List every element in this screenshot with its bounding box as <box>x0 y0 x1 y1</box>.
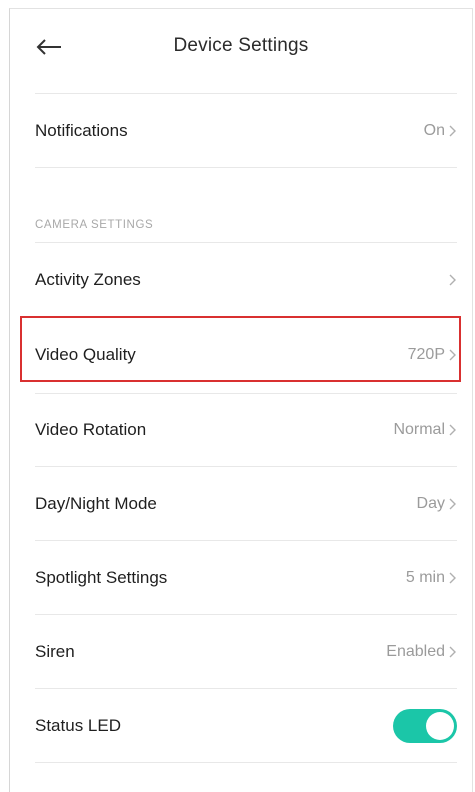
activity-zones-row[interactable]: Activity Zones <box>35 244 457 316</box>
status-led-row: Status LED <box>35 690 457 762</box>
divider <box>35 466 457 467</box>
spotlight-settings-label: Spotlight Settings <box>35 568 168 587</box>
chevron-right-icon <box>449 274 456 286</box>
divider <box>35 316 457 317</box>
notifications-value-group: On <box>424 122 457 140</box>
page-title: Device Settings <box>173 35 309 56</box>
divider <box>35 688 457 689</box>
spotlight-settings-row[interactable]: Spotlight Settings 5 min <box>35 542 457 614</box>
notifications-row[interactable]: Notifications On <box>35 95 457 167</box>
video-quality-value-group: 720P <box>408 346 457 364</box>
spotlight-settings-value-group: 5 min <box>406 569 457 587</box>
video-quality-label: Video Quality <box>35 345 136 364</box>
chevron-right-icon <box>449 349 456 361</box>
status-led-toggle[interactable] <box>393 709 457 743</box>
day-night-mode-label: Day/Night Mode <box>35 494 157 513</box>
chevron-right-icon <box>449 424 456 436</box>
chevron-right-icon <box>449 498 456 510</box>
header: Device Settings <box>10 9 472 93</box>
video-rotation-value: Normal <box>393 421 445 438</box>
status-led-label: Status LED <box>35 716 121 735</box>
activity-zones-value-group <box>445 273 457 287</box>
divider <box>35 242 457 243</box>
siren-value-group: Enabled <box>386 643 457 661</box>
divider <box>35 614 457 615</box>
notifications-value: On <box>423 122 445 139</box>
day-night-mode-value-group: Day <box>417 495 457 513</box>
chevron-right-icon <box>449 572 456 584</box>
spotlight-settings-value: 5 min <box>405 569 445 586</box>
activity-zones-label: Activity Zones <box>35 270 141 289</box>
day-night-mode-row[interactable]: Day/Night Mode Day <box>35 468 457 540</box>
section-header-camera-settings: CAMERA SETTINGS <box>35 219 154 231</box>
day-night-mode-value: Day <box>416 495 445 512</box>
divider <box>35 93 457 94</box>
siren-value: Enabled <box>386 643 445 660</box>
siren-label: Siren <box>35 642 75 661</box>
divider <box>35 540 457 541</box>
toggle-knob <box>426 712 454 740</box>
divider <box>35 167 457 168</box>
chevron-right-icon <box>449 125 456 137</box>
notifications-label: Notifications <box>35 121 128 140</box>
video-rotation-row[interactable]: Video Rotation Normal <box>35 394 457 466</box>
chevron-right-icon <box>449 646 456 658</box>
video-rotation-label: Video Rotation <box>35 420 147 439</box>
divider <box>35 762 457 763</box>
video-quality-value: 720P <box>407 346 445 363</box>
siren-row[interactable]: Siren Enabled <box>35 616 457 688</box>
video-rotation-value-group: Normal <box>393 421 457 439</box>
video-quality-row[interactable]: Video Quality 720P <box>35 319 457 391</box>
settings-screen: Device Settings Notifications On CAMERA … <box>9 8 473 792</box>
